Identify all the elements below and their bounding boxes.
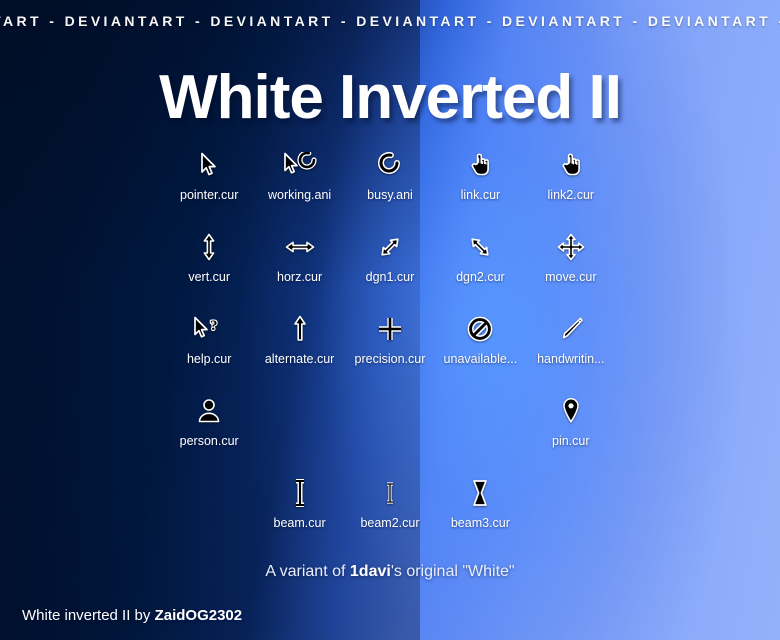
cursor-label: alternate.cur — [264, 352, 335, 366]
cursor-item-dgn1[interactable]: dgn1.cur — [345, 230, 435, 292]
cursor-item-alternate[interactable]: alternate.cur — [254, 312, 344, 374]
cursor-label: pointer.cur — [180, 188, 239, 202]
cursor-label: horz.cur — [277, 270, 323, 284]
resize-horizontal-cursor-icon — [254, 230, 344, 264]
alternate-arrow-cursor-icon — [254, 312, 344, 346]
cursor-item-vert[interactable]: vert.cur — [164, 230, 254, 292]
help-cursor-icon: ? — [164, 312, 254, 346]
cursor-label: beam.cur — [273, 516, 326, 530]
link-hand-cursor-icon — [435, 148, 525, 182]
variant-suffix: 's original "White" — [390, 563, 515, 580]
deviantart-marquee-banner: VIANTART - DEVIANTART - DEVIANTART - DEV… — [0, 0, 780, 42]
resize-diagonal2-cursor-icon — [435, 230, 525, 264]
banner-text: VIANTART - DEVIANTART - DEVIANTART - DEV… — [0, 13, 780, 29]
cursor-label: beam3.cur — [450, 516, 510, 530]
resize-vertical-cursor-icon — [164, 230, 254, 264]
cursor-item-busy[interactable]: busy.ani — [345, 148, 435, 210]
cursor-label: person.cur — [179, 434, 239, 448]
text-beam2-cursor-icon — [345, 476, 435, 510]
cursor-label: help.cur — [186, 352, 232, 366]
variant-attribution: A variant of 1davi's original "White" — [0, 563, 780, 581]
variant-author: 1davi — [349, 563, 391, 580]
cursor-row: pointer.cur working.ani busy.ani link.cu… — [164, 148, 616, 210]
cursor-item-beam3[interactable]: beam3.cur — [435, 476, 525, 538]
cursor-row: beam.cur beam2.cur beam3.cur — [164, 476, 616, 538]
deviantart-cursor-preview: VIANTART - DEVIANTART - DEVIANTART - DEV… — [0, 0, 780, 640]
cursor-grid: pointer.cur working.ani busy.ani link.cu… — [164, 148, 616, 558]
text-beam3-cursor-icon — [435, 476, 525, 510]
cursor-row: person.cur pin.cur — [164, 394, 616, 456]
precision-crosshair-cursor-icon — [345, 312, 435, 346]
cursor-item-move[interactable]: move.cur — [526, 230, 616, 292]
cursor-item-person[interactable]: person.cur — [164, 394, 254, 456]
cursor-label: link2.cur — [547, 188, 595, 202]
variant-prefix: A variant of — [265, 563, 350, 580]
cursor-item-pin[interactable]: pin.cur — [526, 394, 616, 456]
cursor-item-pointer[interactable]: pointer.cur — [164, 148, 254, 210]
cursor-label: move.cur — [545, 270, 597, 284]
unavailable-cursor-icon — [435, 312, 525, 346]
resize-diagonal1-cursor-icon — [345, 230, 435, 264]
move-cursor-icon — [526, 230, 616, 264]
cursor-item-horz[interactable]: horz.cur — [254, 230, 344, 292]
credit-author: ZaidOG2302 — [154, 607, 243, 624]
cursor-label: unavailable... — [443, 352, 518, 366]
cursor-item-working[interactable]: working.ani — [254, 148, 344, 210]
cursor-item-help[interactable]: ? help.cur — [164, 312, 254, 374]
cursor-item-beam[interactable]: beam.cur — [254, 476, 344, 538]
working-cursor-icon — [254, 148, 344, 182]
cursor-label: precision.cur — [354, 352, 426, 366]
cursor-label: handwritin... — [537, 352, 605, 366]
text-beam-cursor-icon — [254, 476, 344, 510]
cursor-label: pin.cur — [552, 434, 590, 448]
busy-cursor-icon — [345, 148, 435, 182]
cursor-label: link.cur — [460, 188, 501, 202]
cursor-label: beam2.cur — [360, 516, 420, 530]
handwriting-pen-cursor-icon — [526, 312, 616, 346]
cursor-item-unavailable[interactable]: unavailable... — [435, 312, 525, 374]
pointer-cursor-icon — [164, 148, 254, 182]
cursor-label: dgn2.cur — [456, 270, 505, 284]
cursor-row: vert.cur horz.cur dgn1.cur dgn2.cur move… — [164, 230, 616, 292]
author-credit: White inverted II by ZaidOG2302 — [22, 607, 242, 624]
cursor-label: dgn1.cur — [365, 270, 415, 284]
svg-text:?: ? — [210, 318, 218, 334]
link2-hand-cursor-icon — [526, 148, 616, 182]
cursor-item-beam2[interactable]: beam2.cur — [345, 476, 435, 538]
cursor-row: ? help.cur alternate.cur precision.cur u… — [164, 312, 616, 374]
person-cursor-icon — [164, 394, 254, 428]
page-title: White Inverted II — [159, 63, 622, 132]
credit-prefix: White inverted II by — [22, 607, 155, 624]
cursor-item-link2[interactable]: link2.cur — [526, 148, 616, 210]
pin-cursor-icon — [526, 394, 616, 428]
cursor-item-dgn2[interactable]: dgn2.cur — [435, 230, 525, 292]
cursor-label: vert.cur — [188, 270, 231, 284]
cursor-item-precision[interactable]: precision.cur — [345, 312, 435, 374]
cursor-item-link[interactable]: link.cur — [435, 148, 525, 210]
cursor-label: working.ani — [267, 188, 332, 202]
cursor-label: busy.ani — [367, 188, 413, 202]
cursor-item-handwriting[interactable]: handwritin... — [526, 312, 616, 374]
